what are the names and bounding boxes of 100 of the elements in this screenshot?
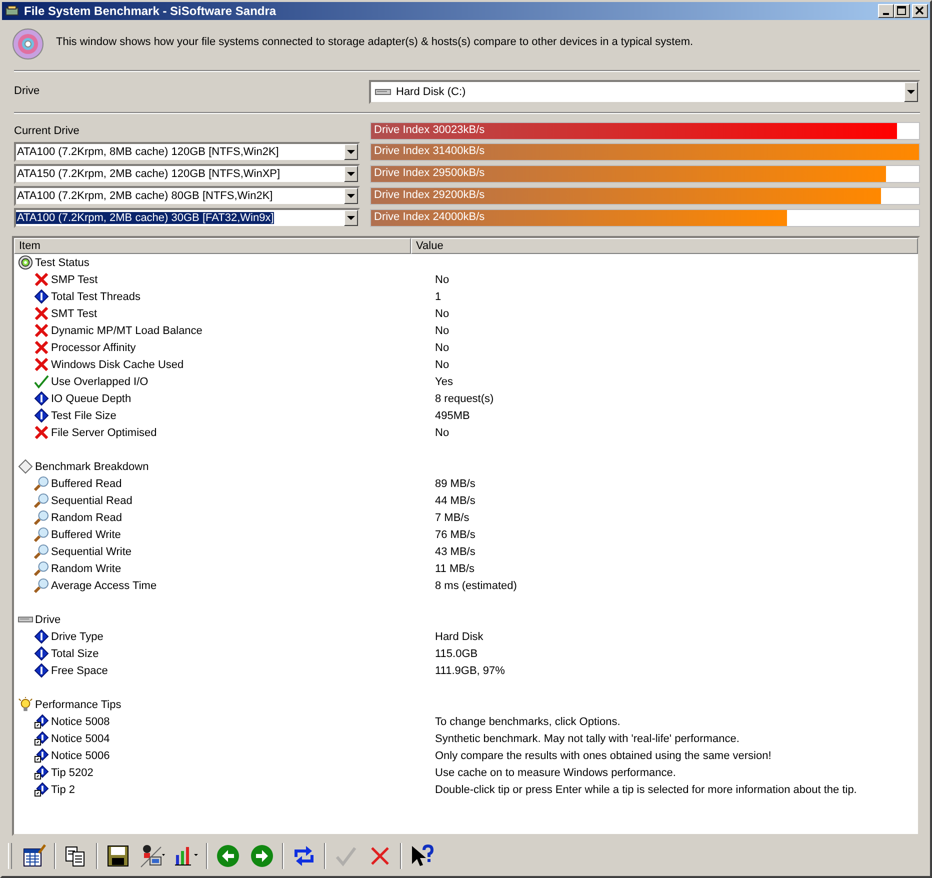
item-value: Synthetic benchmark. May not tally with 'real-life' performance. (435, 732, 740, 744)
item-label: Dynamic MP/MT Load Balance (51, 324, 202, 336)
shortcut-info-icon (34, 731, 49, 746)
light-bulb-icon (18, 697, 33, 712)
reference-drive-dropdown[interactable]: ATA100 (7.2Krpm, 2MB cache) 30GB [FAT32,Win9x] (14, 208, 360, 228)
shortcut-info-icon (34, 765, 49, 780)
check-icon (34, 374, 49, 389)
item-value: 44 MB/s (435, 494, 476, 506)
reference-drive-dropdown[interactable]: ATA150 (7.2Krpm, 2MB cache) 120GB [NTFS,WinXP] (14, 164, 360, 184)
item-value: No (435, 426, 450, 438)
section-title: Performance Tips (35, 698, 122, 710)
item-value: No (435, 274, 450, 286)
item-value: 89 MB/s (435, 478, 476, 490)
column-header[interactable]: Value (411, 238, 918, 254)
info-icon (34, 408, 49, 423)
maximize-button[interactable] (894, 4, 910, 18)
item-value: Use cache on to measure Windows performance. (435, 766, 676, 778)
item-label: File Server Optimised (51, 426, 157, 438)
item-value: 76 MB/s (435, 528, 476, 540)
item-label: Sequential Read (51, 494, 132, 506)
item-label: Drive Type (51, 630, 104, 642)
close-icon (915, 6, 925, 16)
current-drive-label: Current Drive (14, 125, 80, 137)
reference-drive-dropdown[interactable]: ATA100 (7.2Krpm, 8MB cache) 120GB [NTFS,Win2K] (14, 142, 360, 162)
section-title: Test Status (35, 256, 90, 268)
item-label: Tip 5202 (51, 766, 94, 778)
index-text: Drive Index 31400kB/s (374, 145, 485, 157)
shortcut-info-icon (34, 748, 49, 763)
item-value: Double-click tip or press Enter while a tip is selected for more information about the tip. (435, 784, 857, 796)
caret-icon (347, 216, 355, 220)
info-icon (34, 646, 49, 661)
disc-icon (18, 255, 33, 270)
cross-icon (34, 425, 49, 440)
item-label: Buffered Write (51, 528, 121, 540)
table-pencil-icon (21, 843, 47, 869)
minimize-icon (883, 13, 889, 15)
item-label: Notice 5008 (51, 716, 110, 728)
cross-icon (34, 357, 49, 372)
item-label: IO Queue Depth (51, 392, 132, 404)
item-label: Notice 5006 (51, 750, 110, 762)
help-pointer-icon (409, 843, 435, 869)
item-label: Windows Disk Cache Used (51, 358, 184, 370)
item-label: Total Test Threads (51, 290, 140, 302)
cross-icon (34, 323, 49, 338)
item-label: SMT Test (51, 308, 98, 320)
item-value: Yes (435, 376, 453, 388)
item-label: Use Overlapped I/O (51, 376, 148, 388)
magnifier-icon (34, 578, 49, 593)
caret-icon (347, 150, 355, 154)
cross-icon (34, 306, 49, 321)
close-button[interactable] (912, 4, 928, 18)
item-value: No (435, 324, 450, 336)
item-value: 111.9GB, 97% (435, 664, 505, 676)
item-label: Buffered Read (51, 478, 122, 490)
magnifier-icon (34, 561, 49, 576)
cross-icon (34, 272, 49, 287)
item-label: Total Size (51, 648, 99, 660)
drive-dropdown[interactable]: Hard Disk (C:) (369, 80, 920, 104)
magnifier-icon (34, 527, 49, 542)
magnifier-icon (34, 510, 49, 525)
index-text: Drive Index 29500kB/s (374, 167, 485, 179)
item-value: 7 MB/s (435, 512, 470, 524)
info-icon (34, 629, 49, 644)
info-icon (34, 289, 49, 304)
magnifier-icon (34, 493, 49, 508)
shortcut-info-icon (34, 782, 49, 797)
item-value: 43 MB/s (435, 546, 476, 558)
computer-person-icon (139, 843, 165, 869)
index-text: Drive Index 30023kB/s (374, 124, 485, 136)
item-value: Only compare the results with ones obtained using the same version! (435, 750, 772, 762)
description-text: This window shows how your file systems connected to storage adapter(s) & hosts(s) compare to other devices in a typical system. (56, 36, 694, 48)
item-label: Tip 2 (51, 784, 76, 796)
reference-drive-dropdown[interactable]: ATA100 (7.2Krpm, 2MB cache) 80GB [NTFS,Win2K] (14, 186, 360, 206)
info-icon (34, 663, 49, 678)
item-value: No (435, 342, 450, 354)
item-label: Free Space (51, 664, 108, 676)
item-label: Processor Affinity (51, 342, 136, 354)
column-header[interactable]: Item (14, 238, 411, 254)
index-text: Drive Index 29200kB/s (374, 189, 485, 201)
window-title: File System Benchmark - SiSoftware Sandra (24, 4, 276, 18)
item-value: Hard Disk (435, 630, 484, 642)
caret-icon (347, 194, 355, 198)
magnifier-icon (34, 544, 49, 559)
drive-label: Drive (14, 85, 41, 97)
item-label: Sequential Write (51, 546, 132, 558)
caret-icon (347, 172, 355, 176)
item-label: SMP Test (51, 274, 98, 286)
diamond-icon (18, 459, 33, 474)
section-title: Benchmark Breakdown (35, 460, 149, 472)
index-text: Drive Index 24000kB/s (374, 211, 485, 223)
minimize-button[interactable] (878, 4, 894, 18)
item-label: Random Read (51, 512, 122, 524)
item-value: 1 (435, 290, 442, 302)
disc-icon (12, 28, 44, 60)
item-value: To change benchmarks, click Options. (435, 716, 620, 728)
item-value: 495MB (435, 410, 470, 422)
item-value: No (435, 308, 450, 320)
caret-icon (907, 90, 915, 94)
shortcut-info-icon (34, 714, 49, 729)
maximize-icon (897, 6, 907, 16)
